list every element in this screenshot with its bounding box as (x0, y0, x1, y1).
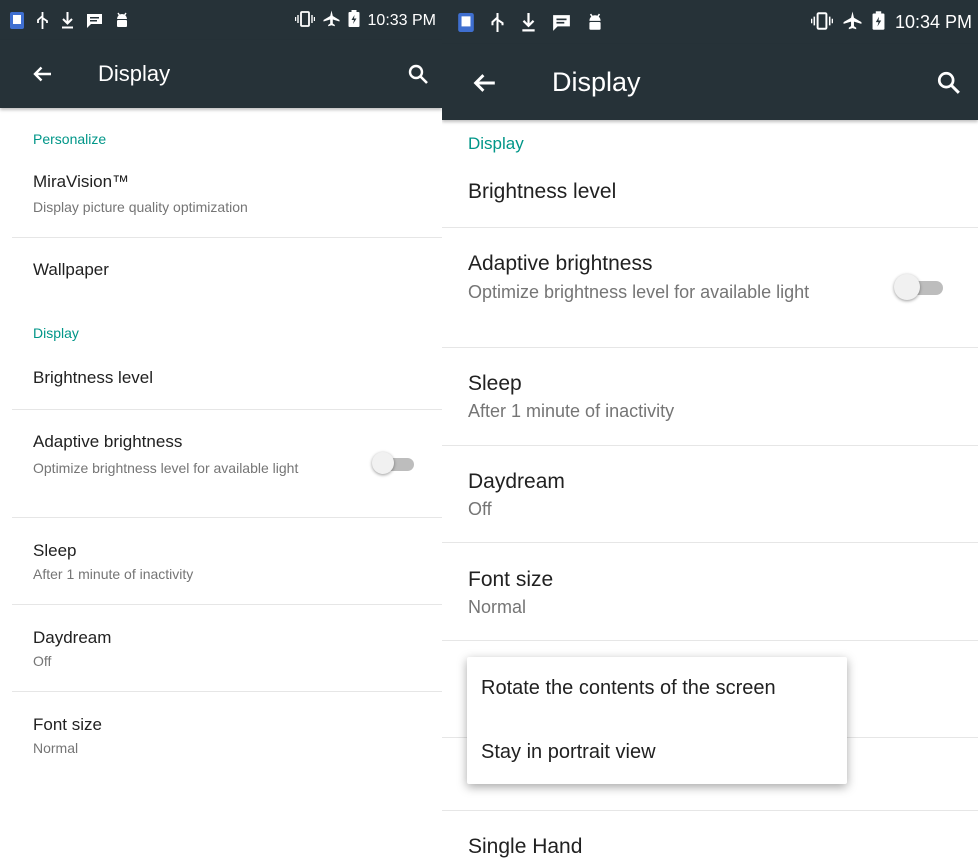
setting-title: Wallpaper (33, 260, 109, 279)
setting-summary: After 1 minute of inactivity (468, 401, 675, 421)
back-arrow-icon[interactable] (32, 64, 52, 88)
adaptive-brightness-switch[interactable] (372, 452, 416, 476)
message-icon (552, 14, 571, 32)
setting-title: Adaptive brightness (468, 252, 653, 275)
setting-summary: Off (468, 499, 492, 519)
setting-title: Sleep (468, 372, 522, 395)
setting-summary: Optimize brightness level for available … (33, 460, 299, 476)
airplane-icon (323, 10, 340, 31)
download-icon (521, 13, 536, 32)
page-title: Display (552, 67, 641, 97)
page-title: Display (98, 61, 171, 86)
popup-option-portrait[interactable]: Stay in portrait view (481, 741, 656, 764)
back-arrow-icon[interactable] (472, 71, 496, 99)
app-toolbar: Display (442, 44, 978, 120)
setting-title: Brightness level (33, 368, 154, 387)
search-icon[interactable] (408, 64, 428, 88)
setting-title: Daydream (468, 470, 565, 493)
divider (12, 604, 442, 605)
notification-icon (10, 12, 24, 29)
setting-title: Font size (33, 715, 102, 734)
divider (442, 347, 978, 348)
popup-option-rotate[interactable]: Rotate the contents of the screen (481, 677, 776, 700)
divider (442, 227, 978, 228)
divider (12, 237, 442, 238)
setting-title: Font size (468, 568, 554, 591)
setting-summary: Normal (33, 740, 79, 756)
divider (442, 445, 978, 446)
divider (12, 409, 442, 410)
divider (12, 517, 442, 518)
rotation-options-popup: Rotate the contents of the screen Stay i… (467, 657, 847, 784)
setting-summary: Display picture quality optimization (33, 199, 248, 215)
setting-title: Adaptive brightness (33, 432, 183, 451)
divider (442, 810, 978, 811)
airplane-icon (843, 11, 862, 34)
divider (12, 691, 442, 692)
setting-title: MiraVision™ (33, 172, 130, 191)
setting-summary: After 1 minute of inactivity (33, 566, 194, 582)
notification-icon (458, 13, 474, 32)
section-header-personalize: Personalize (33, 131, 107, 147)
section-header-display: Display (33, 325, 79, 341)
divider (442, 640, 978, 641)
android-icon (115, 12, 129, 29)
download-icon (61, 12, 74, 29)
search-icon[interactable] (937, 71, 960, 98)
right-screen: 10:34 PM Display Display Brightness leve… (442, 0, 978, 860)
battery-icon (348, 10, 360, 31)
vibrate-icon (810, 11, 834, 34)
setting-summary: Off (33, 653, 52, 669)
status-bar: 10:33 PM (0, 0, 442, 40)
usb-icon (36, 12, 49, 29)
left-screen: 10:33 PM Display Personalize MiraVision™… (0, 0, 442, 860)
divider (442, 542, 978, 543)
status-clock: 10:33 PM (367, 11, 436, 29)
setting-title: Single Hand (468, 835, 583, 858)
setting-title: Daydream (33, 628, 112, 647)
status-clock: 10:34 PM (894, 12, 972, 32)
adaptive-brightness-switch[interactable] (894, 274, 946, 300)
section-header-display: Display (468, 134, 524, 153)
battery-icon (872, 11, 885, 34)
setting-summary: Optimize brightness level for available … (468, 282, 810, 302)
setting-summary: Normal (468, 597, 527, 617)
app-toolbar: Display (0, 40, 442, 108)
android-icon (587, 13, 603, 32)
usb-icon (490, 13, 505, 32)
setting-title: Brightness level (468, 180, 617, 203)
setting-title: Sleep (33, 541, 77, 560)
vibrate-icon (294, 10, 315, 31)
status-bar: 10:34 PM (442, 0, 978, 44)
message-icon (86, 13, 103, 29)
